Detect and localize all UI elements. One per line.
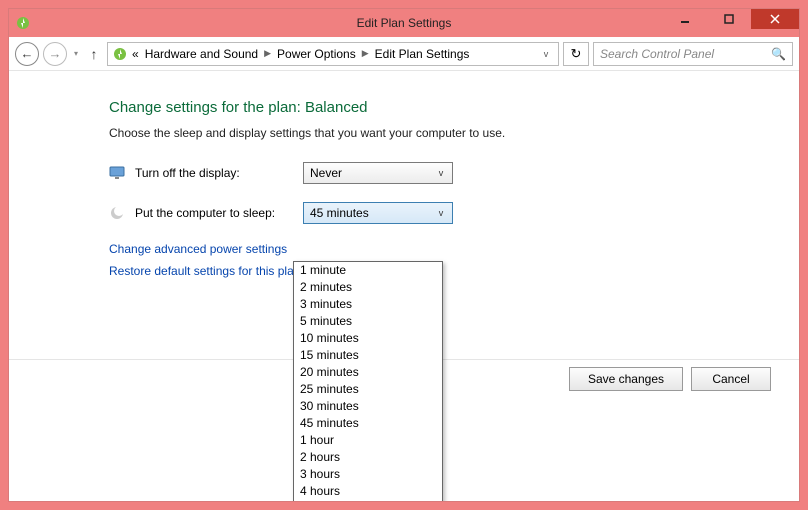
- dropdown-option[interactable]: 20 minutes: [294, 364, 442, 381]
- arrow-right-icon: →: [49, 46, 62, 61]
- sleep-dropdown-list[interactable]: 1 minute2 minutes3 minutes5 minutes10 mi…: [293, 261, 443, 501]
- restore-defaults-link[interactable]: Restore default settings for this plan: [109, 264, 799, 278]
- setting-row-display: Turn off the display: Never v: [109, 162, 799, 184]
- maximize-icon: [724, 14, 734, 24]
- minimize-button[interactable]: [663, 9, 707, 29]
- dropdown-option[interactable]: 15 minutes: [294, 347, 442, 364]
- address-bar[interactable]: « Hardware and Sound ▶ Power Options ▶ E…: [107, 42, 559, 66]
- dropdown-option[interactable]: 25 minutes: [294, 381, 442, 398]
- dropdown-option[interactable]: 1 minute: [294, 262, 442, 279]
- search-input[interactable]: Search Control Panel 🔍: [593, 42, 793, 66]
- minimize-icon: [680, 14, 690, 24]
- breadcrumb-prefix: «: [130, 47, 141, 61]
- titlebar: Edit Plan Settings: [9, 9, 799, 37]
- content-area: Change settings for the plan: Balanced C…: [9, 71, 799, 501]
- breadcrumb-item[interactable]: Power Options: [275, 47, 358, 61]
- sleep-combo[interactable]: 45 minutes v: [303, 202, 453, 224]
- close-icon: [770, 14, 780, 24]
- dropdown-option[interactable]: 3 hours: [294, 466, 442, 483]
- dropdown-option[interactable]: 45 minutes: [294, 415, 442, 432]
- chevron-right-icon[interactable]: ▶: [360, 48, 371, 59]
- setting-row-sleep: Put the computer to sleep: 45 minutes v: [109, 202, 799, 224]
- save-button[interactable]: Save changes: [569, 367, 683, 391]
- window: Edit Plan Settings ← → ▾ ↑: [8, 8, 800, 502]
- combo-value: Never: [310, 166, 342, 180]
- dropdown-option[interactable]: 5 minutes: [294, 313, 442, 330]
- dropdown-option[interactable]: 2 hours: [294, 449, 442, 466]
- navbar: ← → ▾ ↑ « Hardware and Sound ▶ Power Opt…: [9, 37, 799, 71]
- chevron-down-icon: ▾: [74, 49, 78, 58]
- cancel-button[interactable]: Cancel: [691, 367, 771, 391]
- arrow-up-icon: ↑: [91, 46, 98, 62]
- window-controls: [663, 9, 799, 29]
- dropdown-option[interactable]: 2 minutes: [294, 279, 442, 296]
- chevron-down-icon: v: [434, 208, 448, 218]
- advanced-settings-link[interactable]: Change advanced power settings: [109, 242, 799, 256]
- search-icon: 🔍: [771, 47, 786, 61]
- page-heading: Change settings for the plan: Balanced: [109, 99, 799, 116]
- display-off-label: Turn off the display:: [135, 166, 293, 180]
- arrow-left-icon: ←: [21, 46, 34, 61]
- dropdown-option[interactable]: 10 minutes: [294, 330, 442, 347]
- back-button[interactable]: ←: [15, 42, 39, 66]
- combo-value: 45 minutes: [310, 206, 369, 220]
- chevron-down-icon: v: [434, 168, 448, 178]
- refresh-button[interactable]: ↻: [563, 42, 589, 66]
- chevron-down-icon: v: [544, 49, 549, 59]
- close-button[interactable]: [751, 9, 799, 29]
- display-off-combo[interactable]: Never v: [303, 162, 453, 184]
- dropdown-option[interactable]: 4 hours: [294, 483, 442, 500]
- power-plan-icon: [15, 15, 31, 31]
- monitor-icon: [109, 165, 125, 181]
- address-dropdown-button[interactable]: v: [538, 49, 554, 59]
- dropdown-option[interactable]: 5 hours: [294, 500, 442, 501]
- chevron-right-icon[interactable]: ▶: [262, 48, 273, 59]
- dropdown-option[interactable]: 3 minutes: [294, 296, 442, 313]
- refresh-icon: ↻: [571, 46, 582, 62]
- dropdown-option[interactable]: 30 minutes: [294, 398, 442, 415]
- breadcrumb-item[interactable]: Hardware and Sound: [143, 47, 260, 61]
- search-placeholder: Search Control Panel: [600, 47, 714, 61]
- maximize-button[interactable]: [707, 9, 751, 29]
- history-dropdown-button[interactable]: ▾: [71, 49, 81, 58]
- breadcrumb-item[interactable]: Edit Plan Settings: [373, 47, 472, 61]
- sleep-label: Put the computer to sleep:: [135, 206, 293, 220]
- forward-button[interactable]: →: [43, 42, 67, 66]
- page-subtext: Choose the sleep and display settings th…: [109, 126, 799, 140]
- moon-icon: [109, 205, 125, 221]
- dropdown-option[interactable]: 1 hour: [294, 432, 442, 449]
- power-plan-icon: [112, 46, 128, 62]
- up-button[interactable]: ↑: [85, 46, 103, 62]
- button-row: Save changes Cancel: [569, 367, 771, 391]
